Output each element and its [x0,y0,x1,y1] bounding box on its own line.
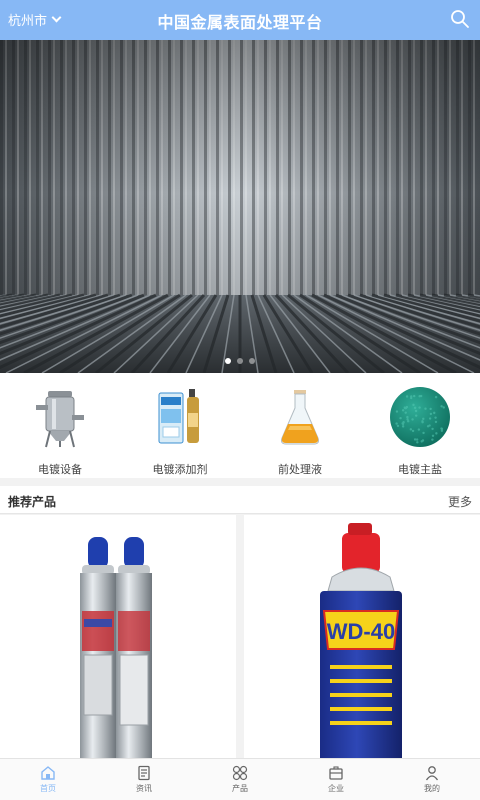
company-icon [329,766,343,780]
section-title: 推荐产品 [8,495,57,509]
product-grid: WD-40 [0,515,480,760]
additive-bottle-icon [148,385,212,449]
carousel-dot[interactable] [225,358,231,364]
category-main-salt[interactable]: 电镀主盐 [360,373,480,478]
app-root: 杭州市 中国金属表面处理平台 电镀设备 电镀添加剂 前处理液 电镀主盐 推荐产品… [0,0,480,800]
category-label: 电镀设备 [38,463,82,476]
carousel-dot[interactable] [237,358,243,364]
tab-label: 首页 [40,784,56,793]
page-title: 中国金属表面处理平台 [157,13,323,32]
category-label: 电镀主盐 [398,463,442,476]
tab-label: 我的 [424,784,440,793]
category-label: 前处理液 [278,463,322,476]
carousel-dot[interactable] [249,358,255,364]
flask-icon [268,385,332,449]
tab-profile[interactable]: 我的 [384,759,480,800]
carousel-dots [0,358,480,364]
user-icon [425,766,439,781]
product-card[interactable] [0,515,236,760]
category-label: 电镀添加剂 [152,463,208,476]
category-pretreatment-liquid[interactable]: 前处理液 [240,373,360,478]
news-icon [138,765,150,781]
category-plating-additive[interactable]: 电镀添加剂 [120,373,240,478]
banner-image [0,40,480,373]
search-icon[interactable] [450,9,470,29]
grid-icon [232,765,248,781]
home-icon [41,766,55,780]
filter-equipment-icon [28,385,92,449]
aerosol-cans-icon [80,537,152,760]
banner-carousel[interactable] [0,40,480,373]
tab-label: 产品 [232,784,248,793]
bottom-tab-bar: 首页 资讯 产品 企业 我的 [0,758,480,800]
tab-label: 企业 [328,784,344,793]
top-bar: 杭州市 中国金属表面处理平台 [0,0,480,40]
tab-label: 资讯 [136,784,152,793]
product-card[interactable]: WD-40 [244,515,480,760]
category-nav: 电镀设备 电镀添加剂 前处理液 电镀主盐 [0,373,480,478]
more-link[interactable]: 更多 [448,493,472,510]
tab-products[interactable]: 产品 [192,759,288,800]
tab-company[interactable]: 企业 [288,759,384,800]
recommended-header: 推荐产品 更多 [0,486,480,514]
category-plating-equipment[interactable]: 电镀设备 [0,373,120,478]
tab-news[interactable]: 资讯 [96,759,192,800]
wd40-can-icon: WD-40 [320,523,402,760]
tab-home[interactable]: 首页 [0,759,96,800]
green-salt-icon [388,385,452,449]
wd40-brand-text: WD-40 [327,619,395,644]
